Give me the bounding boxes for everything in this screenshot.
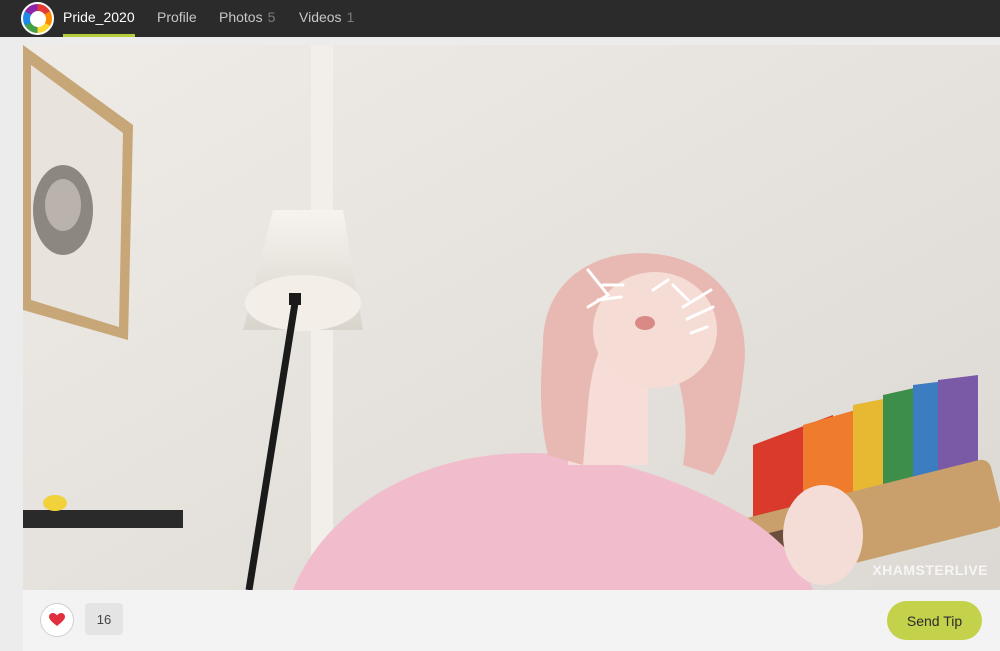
tab-profile[interactable]: Profile xyxy=(157,0,197,37)
like-button[interactable] xyxy=(40,603,74,637)
tab-profile-label: Profile xyxy=(157,9,197,25)
tab-photos[interactable]: Photos 5 xyxy=(219,0,275,37)
tab-videos-label: Videos xyxy=(299,9,342,25)
top-navigation-bar: Pride_2020 Profile Photos 5 Videos 1 xyxy=(0,0,1000,37)
heart-logo-icon xyxy=(30,11,46,27)
photo-watermark: XHAMSTERLIVE xyxy=(872,562,988,578)
profile-avatar[interactable] xyxy=(21,2,54,35)
send-tip-button[interactable]: Send Tip xyxy=(887,601,982,640)
heart-icon xyxy=(49,613,65,626)
tab-photos-count: 5 xyxy=(267,9,276,25)
photo-image xyxy=(23,45,1000,590)
like-count: 16 xyxy=(85,603,123,635)
profile-name-label: Pride_2020 xyxy=(63,9,135,25)
tab-videos-count: 1 xyxy=(346,9,355,25)
tab-videos[interactable]: Videos 1 xyxy=(299,0,354,37)
tab-photos-label: Photos xyxy=(219,9,263,25)
photo-footer-bar: 16 Send Tip xyxy=(23,590,1000,651)
active-tab-indicator xyxy=(63,34,135,37)
photo-viewer[interactable]: XHAMSTERLIVE xyxy=(23,45,1000,590)
tab-profile-name[interactable]: Pride_2020 xyxy=(63,0,135,37)
